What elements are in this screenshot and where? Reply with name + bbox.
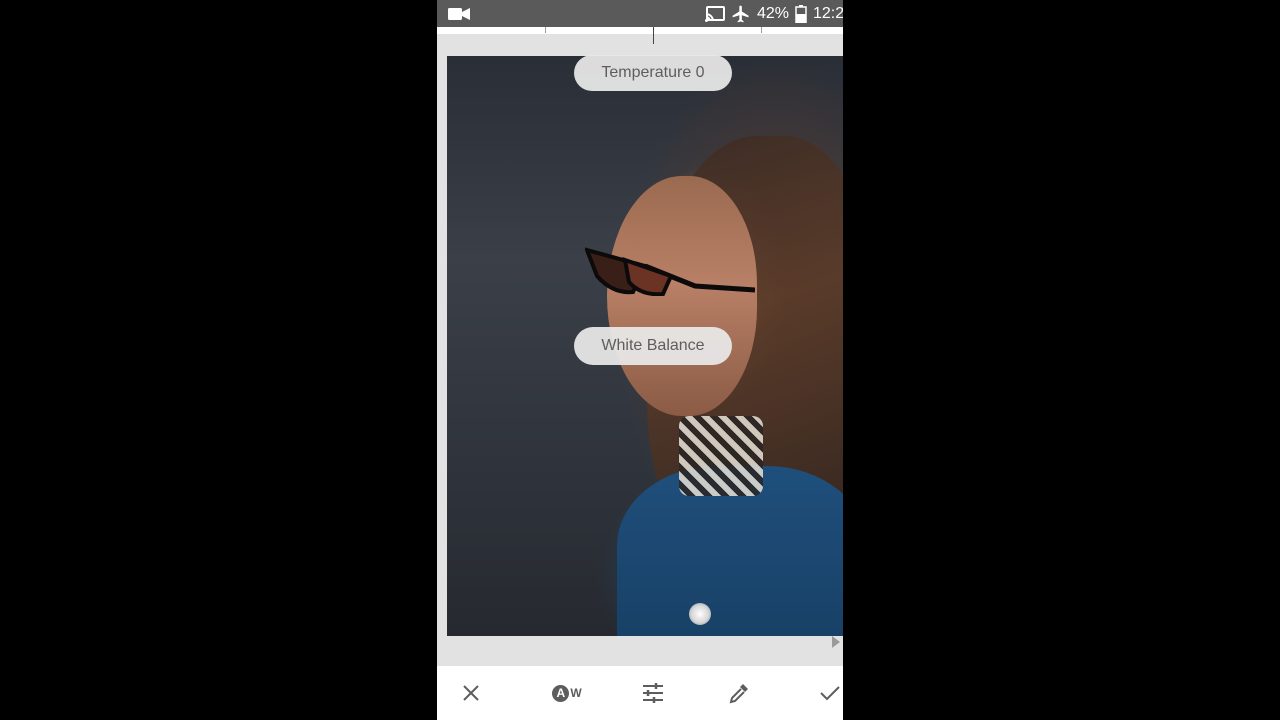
tool-name-label: White Balance [574,327,732,365]
tune-button[interactable] [637,666,669,720]
ruler-center-indicator [653,27,654,44]
cast-icon [704,5,725,22]
ruler-band [437,27,843,34]
phone-screen: 42% 12:2 Temperature 0 White Balance A W [437,0,843,720]
compare-arrow-icon[interactable] [832,636,840,648]
battery-percentage: 42% [756,4,789,22]
checkmark-icon [820,686,840,701]
clock: 12:2 [813,4,843,22]
ruler-tick [761,27,762,33]
auto-white-balance-icon: A W [552,684,582,702]
auto-white-balance-button[interactable]: A W [547,666,587,720]
auto-suffix: W [570,686,582,700]
auto-letter: A [552,684,570,702]
bottom-toolbar: A W [437,666,843,720]
photo-region-scarf [679,416,763,496]
eyedropper-icon [729,684,748,704]
cancel-button[interactable] [455,666,487,720]
adjustment-point-handle[interactable] [689,603,711,625]
adjustment-ruler[interactable] [437,27,843,56]
tune-sliders-icon [643,683,663,703]
adjustment-value-label: Temperature 0 [574,55,732,91]
eyedropper-button[interactable] [723,666,755,720]
photo-region-face [607,176,757,416]
photo-region-sunglasses [585,247,755,296]
close-icon [463,685,479,701]
airplane-mode-icon [732,5,749,22]
video-camera-icon [448,8,470,20]
apply-button[interactable] [817,666,843,720]
ruler-tick [545,27,546,33]
battery-icon [795,4,807,23]
status-bar: 42% 12:2 [437,0,843,27]
